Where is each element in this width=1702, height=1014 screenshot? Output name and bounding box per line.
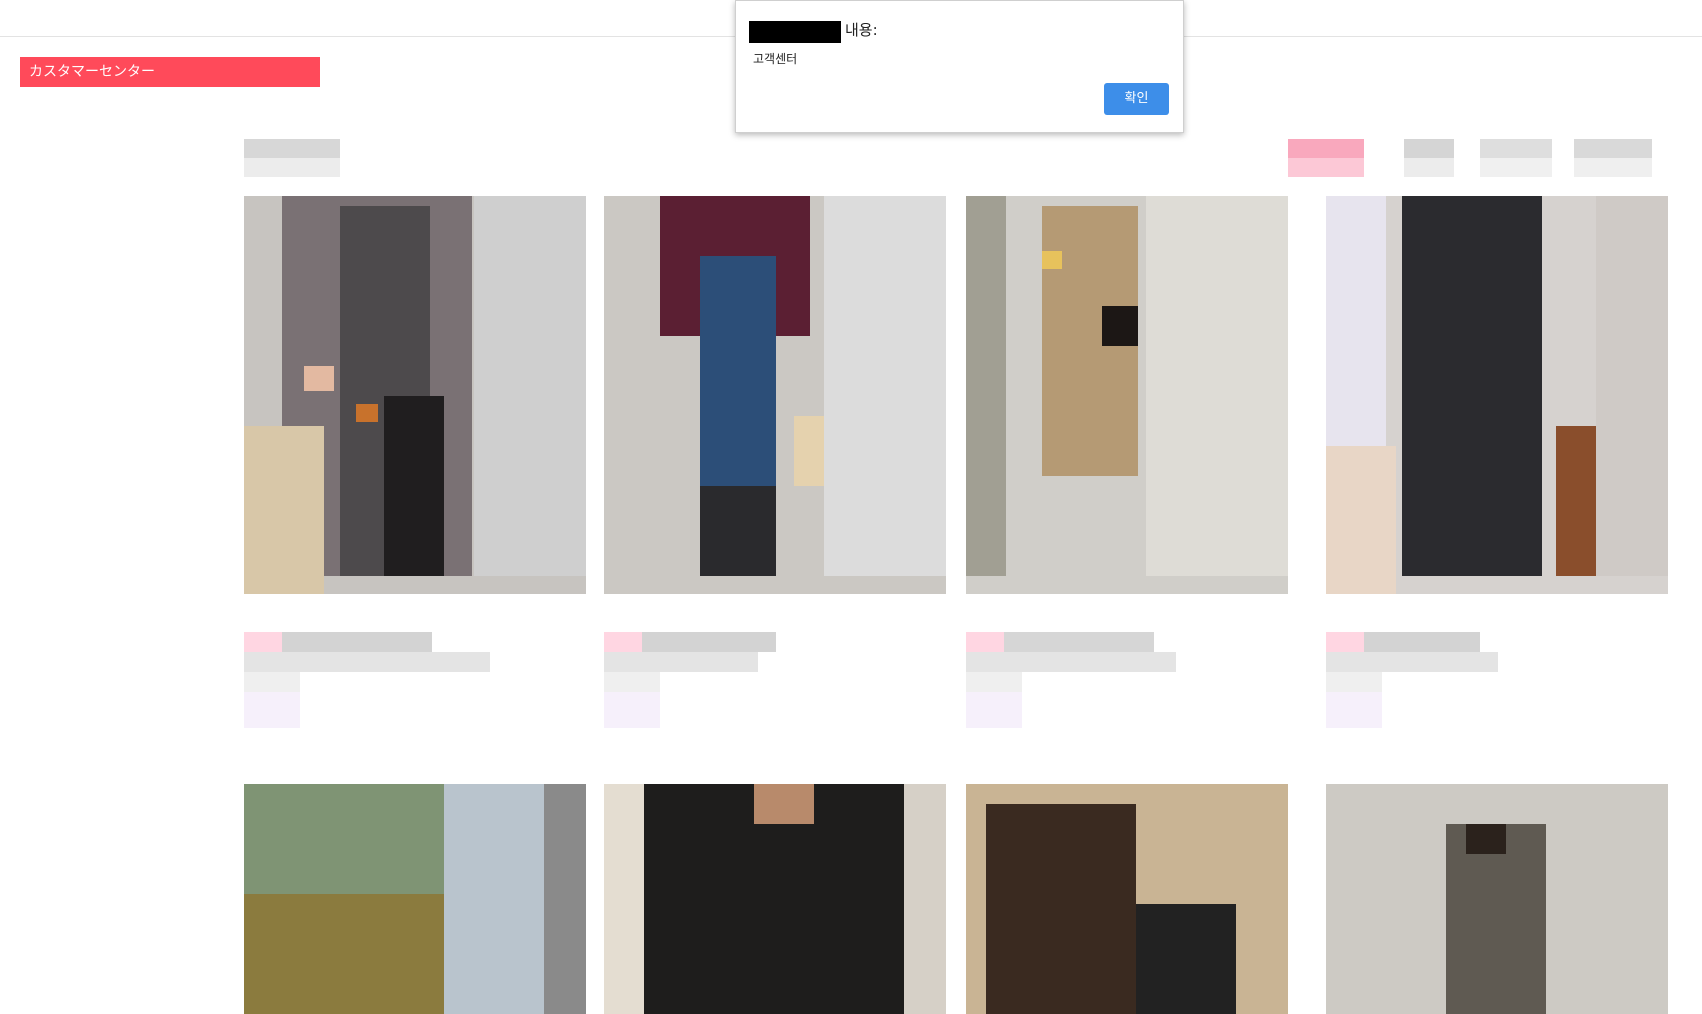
product-image[interactable] [604, 196, 946, 594]
product-info-blurred [1326, 632, 1498, 728]
product-image[interactable] [1326, 784, 1668, 1014]
page: カスタマーセンター 내용: 고객센터 확인 [0, 0, 1702, 1014]
product-image[interactable] [966, 196, 1288, 594]
product-image[interactable] [966, 784, 1288, 1014]
customer-center-button[interactable]: カスタマーセンター [20, 57, 320, 87]
section-heading-blurred [244, 139, 340, 177]
dialog-message: 고객센터 [753, 52, 798, 66]
product-info-blurred [604, 632, 776, 728]
filter-tabs-blurred[interactable] [1288, 139, 1652, 177]
dialog-title: 내용: [845, 21, 878, 39]
product-image[interactable] [244, 784, 586, 1014]
product-image[interactable] [244, 196, 586, 594]
product-image[interactable] [604, 784, 946, 1014]
product-info-blurred [966, 632, 1176, 728]
alert-dialog: 내용: 고객센터 확인 [735, 0, 1184, 133]
redacted-origin [749, 21, 841, 43]
product-image[interactable] [1326, 196, 1668, 594]
product-info-blurred [244, 632, 490, 728]
ok-button[interactable]: 확인 [1104, 83, 1169, 115]
